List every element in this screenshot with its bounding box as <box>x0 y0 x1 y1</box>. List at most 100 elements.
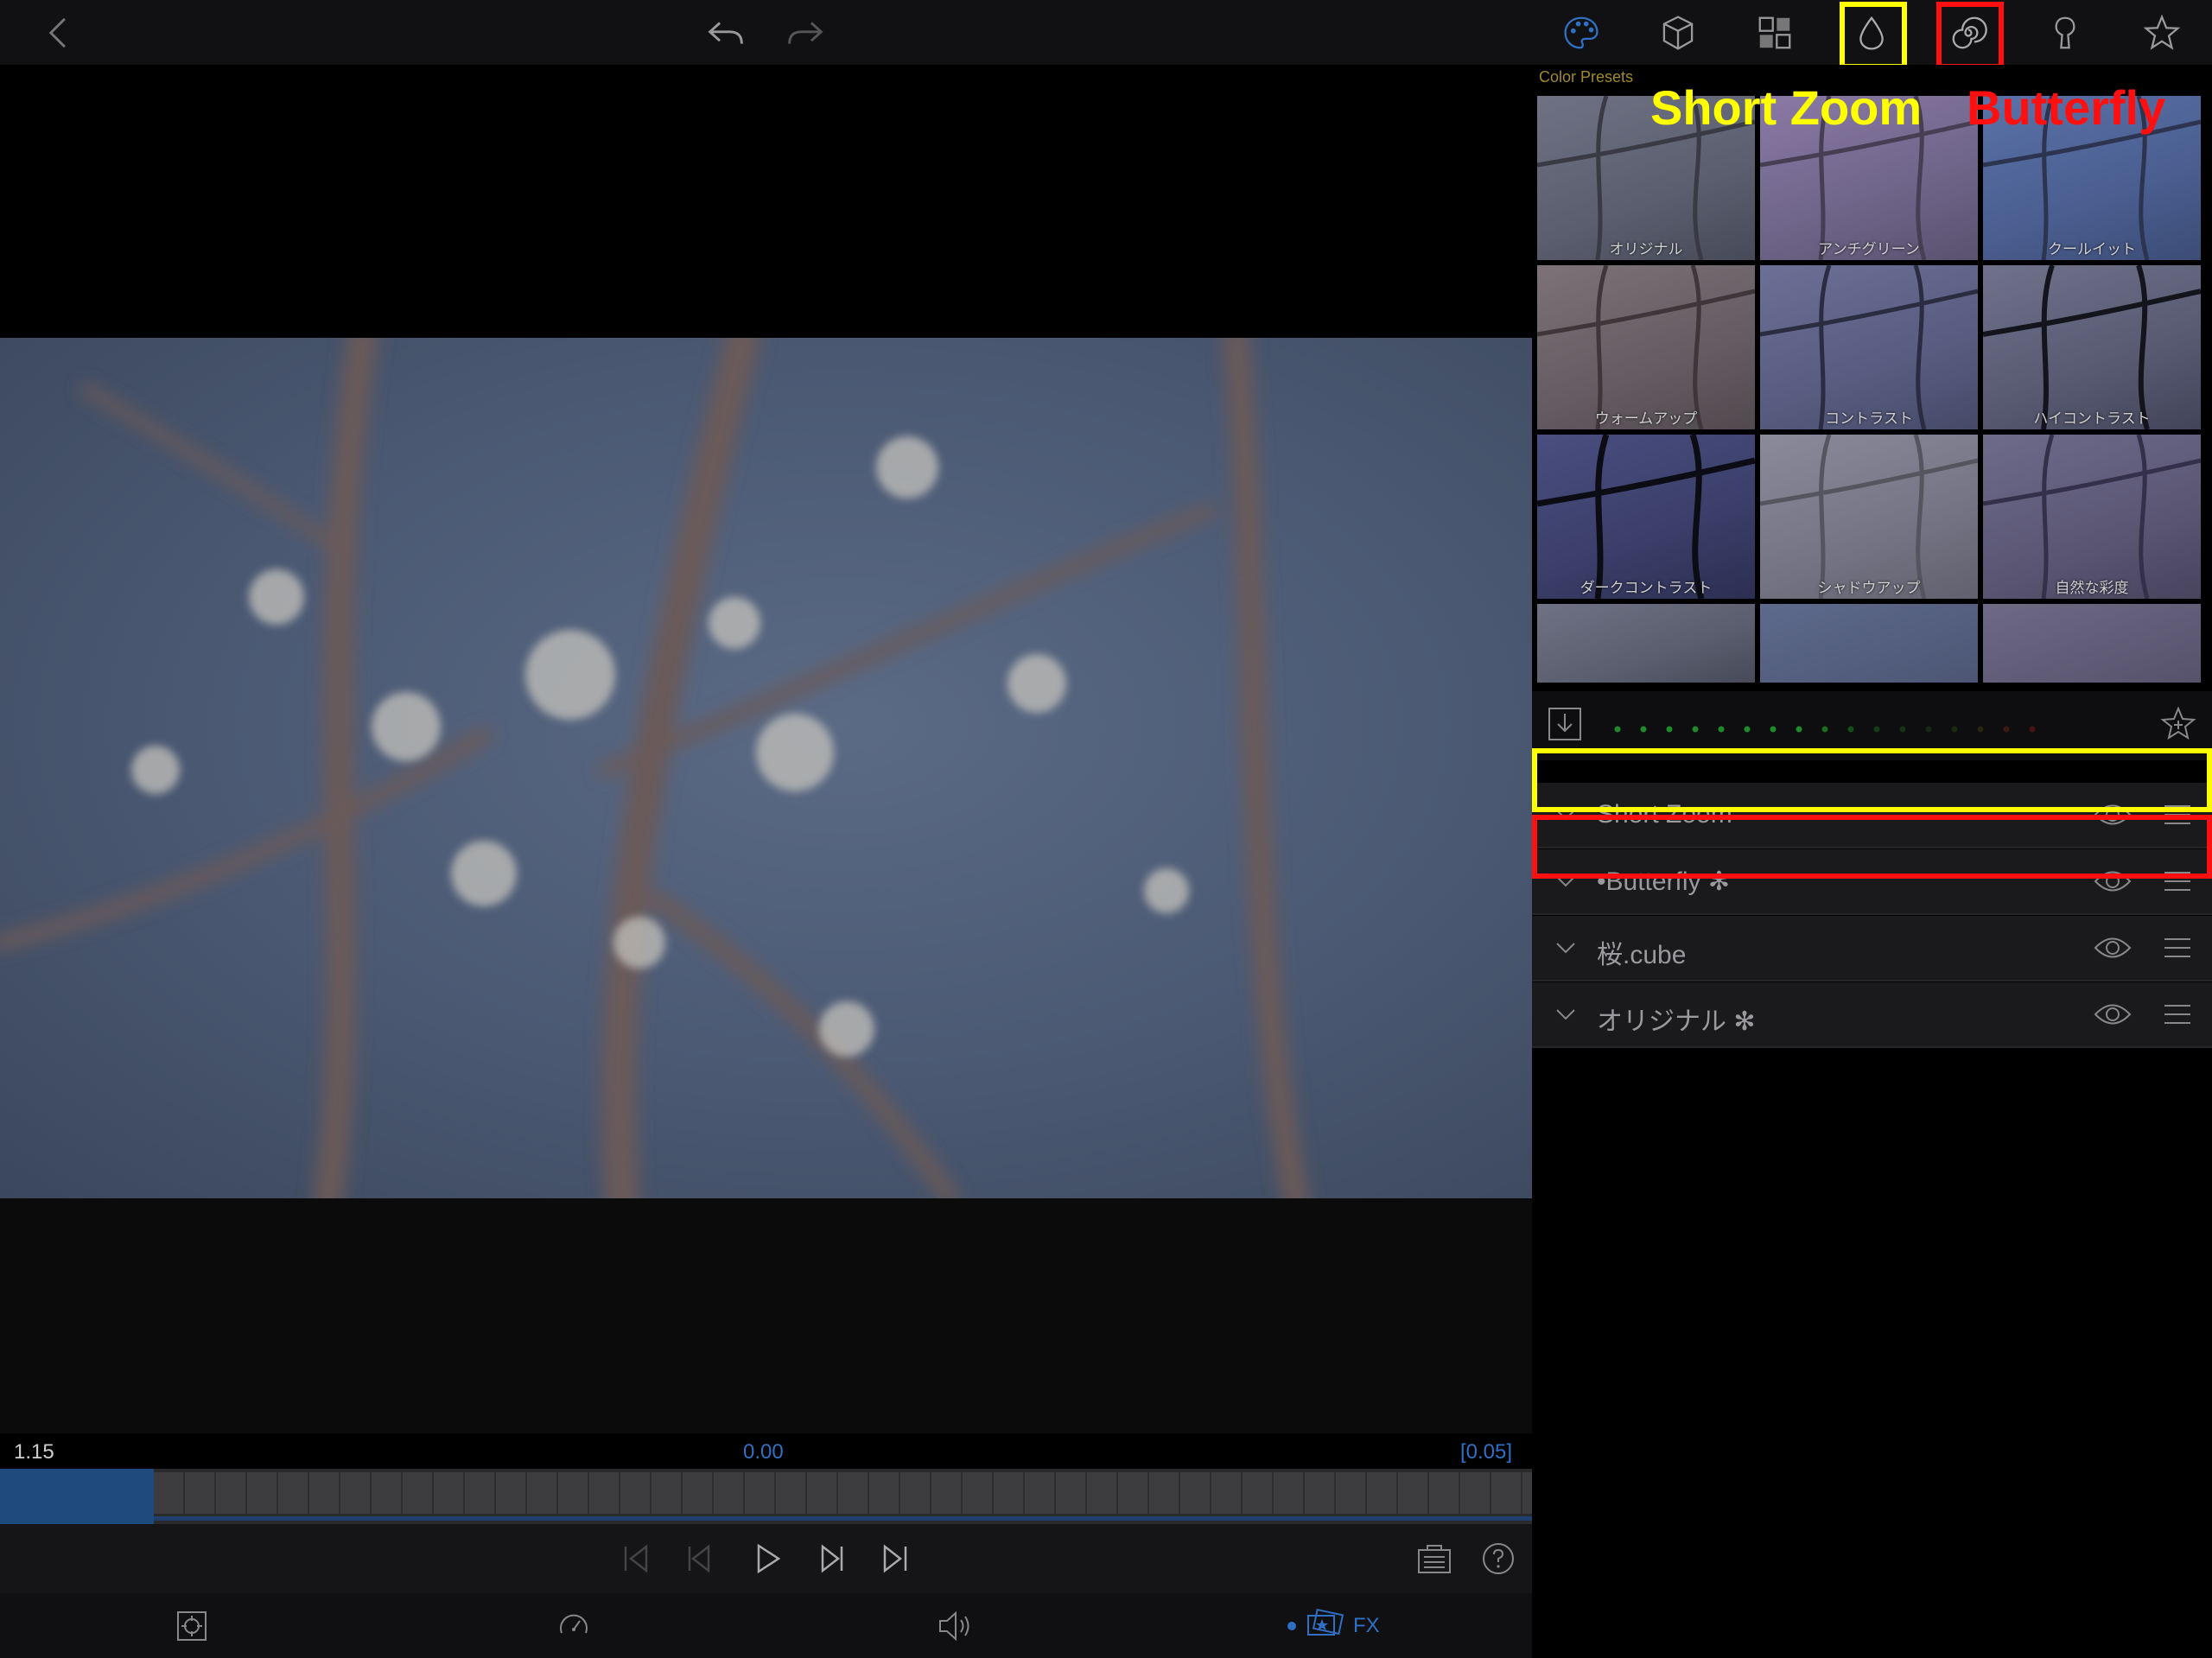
video-preview[interactable] <box>0 338 1532 1198</box>
speaker-icon <box>939 1610 969 1642</box>
target-icon <box>177 1611 207 1641</box>
skip-end-icon <box>883 1544 907 1573</box>
help-icon <box>1483 1543 1514 1574</box>
preset-label: ハイコントラスト <box>2033 410 2151 427</box>
chevron-down-icon <box>1556 810 1575 821</box>
preset-label: アンチグリーン <box>1818 241 1920 257</box>
drag-handle-icon[interactable] <box>2163 935 2192 961</box>
tab-fx[interactable]: FX <box>1287 1605 1417 1647</box>
butterfly-tool-button[interactable] <box>1942 7 1994 59</box>
color-presets-title: Color Presets <box>1539 68 1634 86</box>
eye-icon[interactable] <box>2094 800 2132 829</box>
star-plus-icon <box>2160 706 2196 740</box>
effect-row-sakura-cube[interactable]: 桜.cube <box>1532 916 2212 981</box>
step-forward-icon <box>821 1544 843 1573</box>
preset-label: オリジナル <box>1609 241 1683 257</box>
mask-tool-button[interactable] <box>2039 7 2091 59</box>
preset-label: ダークコントラスト <box>1580 580 1713 596</box>
effect-duration: [0.05] <box>1460 1440 1513 1464</box>
transport-controls <box>0 1524 1532 1593</box>
chevron-down-icon <box>1556 943 1575 954</box>
top-toolbar <box>0 0 2212 65</box>
tab-audio[interactable] <box>930 1600 982 1652</box>
preset-label: コントラスト <box>1825 410 1913 427</box>
import-preset-button[interactable] <box>1546 705 1584 743</box>
eye-icon[interactable] <box>2094 867 2132 896</box>
effect-row-original[interactable]: オリジナル ✻ <box>1532 982 2212 1048</box>
eye-icon[interactable] <box>2094 1000 2132 1029</box>
preset-thumb-partial[interactable] <box>1983 604 2201 683</box>
timeline-strip[interactable] <box>0 1469 1532 1524</box>
effects-side-panel: Color Presets オリジナル アンチグリーン クールイット ウォームア… <box>1532 65 2212 1658</box>
effect-range[interactable] <box>0 1469 154 1524</box>
branches-image <box>0 338 1309 1198</box>
viewer-letterbox-bottom <box>0 1198 1532 1433</box>
frame-thumbnails <box>154 1472 1532 1514</box>
current-time: 0.00 <box>743 1440 784 1464</box>
color-tool-button[interactable] <box>1555 7 1607 59</box>
effect-row-short-zoom[interactable]: Short Zoom <box>1532 783 2212 848</box>
preset-thumb-partial[interactable] <box>1537 604 1755 683</box>
go-to-end-button[interactable] <box>869 1533 921 1585</box>
effect-name: •Butterfly ✻ <box>1597 867 1731 896</box>
preset-label: 自然な彩度 <box>2055 580 2129 596</box>
mosaic-tool-button[interactable] <box>1749 7 1801 59</box>
preset-label: クールイット <box>2048 241 2136 257</box>
short-zoom-tool-button[interactable] <box>1846 7 1897 59</box>
go-to-start-button[interactable] <box>610 1533 662 1585</box>
drag-handle-icon[interactable] <box>2163 802 2192 828</box>
back-button[interactable] <box>33 7 85 59</box>
play-icon <box>757 1543 781 1574</box>
time-readout: 1.15 0.00 [0.05] <box>0 1433 1532 1468</box>
drop-icon <box>1859 16 1884 50</box>
preset-thumb-high-contrast[interactable]: ハイコントラスト <box>1983 265 2201 429</box>
active-dot <box>1287 1622 1296 1630</box>
preset-thumb-partial[interactable] <box>1760 604 1978 683</box>
preset-thumb-shadow-up[interactable]: シャドウアップ <box>1760 435 1978 599</box>
play-button[interactable] <box>741 1533 793 1585</box>
download-icon <box>1548 708 1581 740</box>
preset-label: ウォームアップ <box>1594 410 1698 427</box>
effect-row-butterfly[interactable]: •Butterfly ✻ <box>1532 849 2212 915</box>
clipboard-icon <box>1418 1545 1451 1573</box>
effect-name: 桜.cube <box>1597 941 1687 969</box>
viewer-letterbox-top <box>0 65 1532 338</box>
star-icon <box>2143 14 2181 50</box>
spiral-icon <box>1952 16 1987 49</box>
fx-label: FX <box>1353 1614 1380 1637</box>
preset-label: シャドウアップ <box>1817 580 1921 596</box>
preset-thumb-natural-saturation[interactable]: 自然な彩度 <box>1983 435 2201 599</box>
chevron-down-icon <box>1556 1009 1575 1020</box>
timeline-progress-bar <box>154 1516 1532 1521</box>
drag-handle-icon[interactable] <box>2163 868 2192 894</box>
undo-button[interactable] <box>700 7 752 59</box>
preset-thumb-contrast[interactable]: コントラスト <box>1760 265 1978 429</box>
tab-position[interactable] <box>166 1600 218 1652</box>
favorite-preset-button[interactable] <box>2159 705 2197 743</box>
preset-thumb-dark-contrast[interactable]: ダークコントラスト <box>1537 435 1755 599</box>
favorites-tool-button[interactable] <box>2136 7 2188 59</box>
page-dots <box>1614 726 2036 733</box>
fx-cards-icon <box>1307 1609 1344 1636</box>
step-forward-button[interactable] <box>805 1533 857 1585</box>
palette-icon <box>1564 16 1599 49</box>
step-back-icon <box>688 1544 710 1573</box>
lut-tool-button[interactable] <box>1652 7 1704 59</box>
help-button[interactable] <box>1472 1533 1524 1585</box>
preset-thumb-warm[interactable]: ウォームアップ <box>1537 265 1755 429</box>
bottom-tab-bar: FX <box>0 1593 1532 1658</box>
eye-icon[interactable] <box>2094 933 2132 962</box>
chevron-down-icon <box>1556 876 1575 887</box>
step-back-button[interactable] <box>674 1533 726 1585</box>
page-indicator[interactable] <box>1613 722 2045 733</box>
butterfly-callout: Butterfly <box>1967 80 2166 135</box>
tab-speed[interactable] <box>548 1600 600 1652</box>
preset-toolbar <box>1532 691 2212 760</box>
clip-info-button[interactable] <box>1408 1533 1460 1585</box>
drag-handle-icon[interactable] <box>2163 1001 2192 1027</box>
redo-button[interactable] <box>779 7 831 59</box>
grid-icon <box>1758 16 1791 49</box>
redo-icon <box>788 22 823 44</box>
clip-duration: 1.15 <box>14 1440 54 1464</box>
chevron-left-icon <box>48 17 66 48</box>
